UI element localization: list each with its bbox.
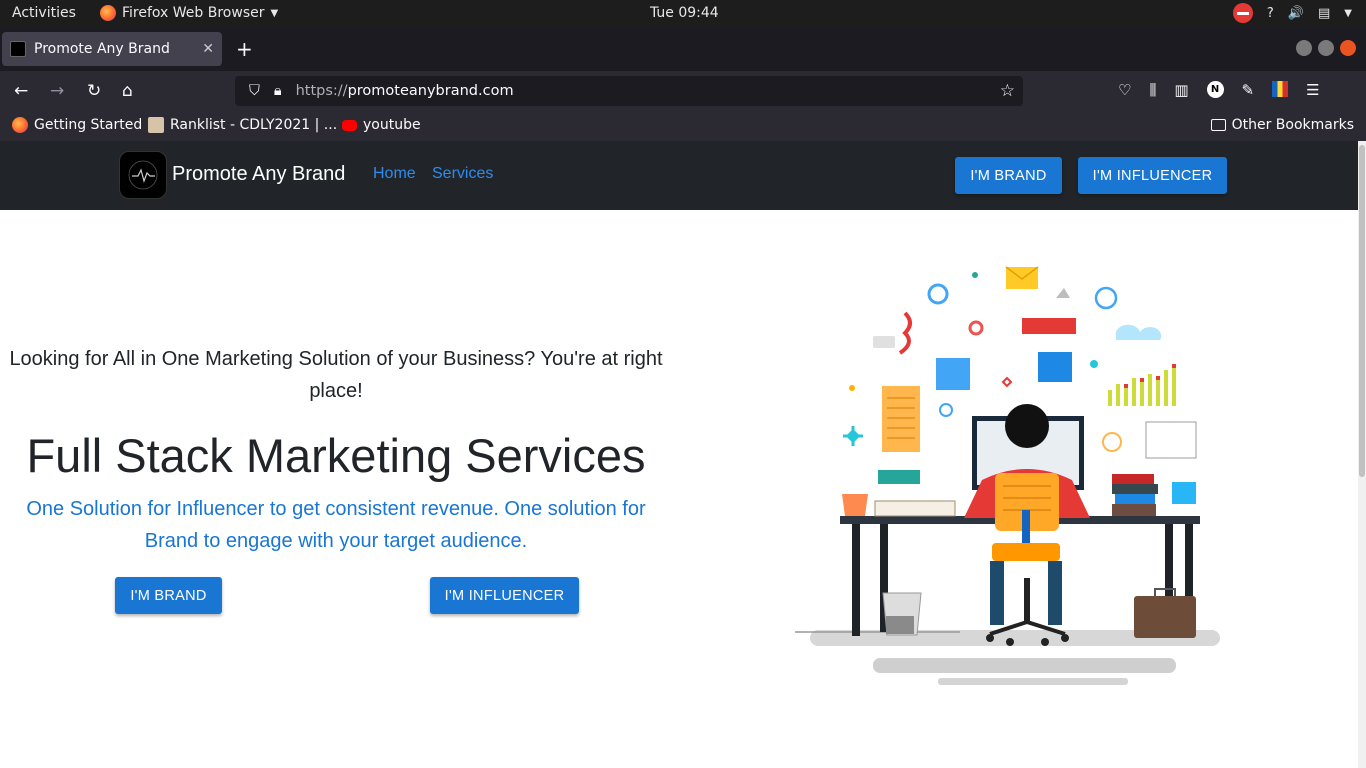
hero-lead-text: Looking for All in One Marketing Solutio… (9, 348, 663, 402)
bookmark-star-icon[interactable]: ☆ (1000, 81, 1015, 101)
extension-flag-icon[interactable] (1272, 81, 1289, 97)
tab-bar: Promote Any Brand ✕ + (0, 27, 1366, 71)
do-not-disturb-icon[interactable] (1232, 3, 1253, 23)
codechef-icon (148, 117, 164, 133)
nav-services[interactable]: Services (432, 165, 493, 183)
other-bookmarks[interactable]: Other Bookmarks (1210, 117, 1354, 133)
clipboard-icon[interactable]: ▤ (1318, 6, 1330, 21)
home-icon[interactable]: ⌂ (122, 81, 133, 101)
color-picker-icon[interactable]: ✎ (1242, 81, 1255, 99)
system-menu-chevron-icon[interactable]: ▼ (1344, 8, 1352, 19)
url-bar[interactable]: ⛉ 🔒︎ https://promoteanybrand.com ☆ (235, 76, 1023, 106)
bookmark-label: youtube (363, 117, 421, 133)
nav-home[interactable]: Home (373, 165, 416, 183)
extension-n-icon[interactable]: N (1206, 81, 1224, 98)
site-header: Promote Any Brand Home Services I'M BRAN… (0, 141, 1358, 210)
system-tray[interactable]: ? 🔊 ▤ ▼ (1232, 3, 1352, 23)
close-tab-icon[interactable]: ✕ (202, 41, 214, 57)
folder-icon (1210, 119, 1226, 131)
shield-icon[interactable]: ⛉ (249, 83, 260, 99)
other-bookmarks-label: Other Bookmarks (1231, 117, 1354, 133)
bookmarks-bar: Getting Started Ranklist - CDLY2021 | ..… (0, 111, 1366, 141)
firefox-icon (100, 5, 116, 21)
header-influencer-button[interactable]: I'M INFLUENCER (1078, 157, 1227, 194)
logo-icon (128, 160, 158, 190)
hero-headline: Full Stack Marketing Services (26, 429, 646, 482)
navigation-toolbar: ← → ↻ ⌂ ⛉ 🔒︎ https://promoteanybrand.com… (0, 71, 1366, 111)
site-favicon (10, 41, 26, 57)
bookmark-ranklist[interactable]: Ranklist - CDLY2021 | ... (148, 117, 337, 133)
tab-title: Promote Any Brand (34, 41, 170, 57)
new-tab-button[interactable]: + (236, 37, 253, 61)
app-menu[interactable]: Firefox Web Browser ▼ (100, 5, 278, 21)
youtube-icon (342, 119, 357, 131)
bookmark-youtube[interactable]: youtube (342, 117, 421, 133)
hero-illustration (795, 266, 1220, 685)
bookmark-getting-started[interactable]: Getting Started (12, 117, 142, 133)
library-icon[interactable]: ⫼ (1149, 81, 1156, 99)
url-text[interactable]: https://promoteanybrand.com (296, 83, 514, 99)
firefox-icon (12, 117, 28, 133)
volume-icon[interactable]: 🔊 (1288, 6, 1304, 21)
maximize-button[interactable] (1318, 40, 1334, 56)
minimize-button[interactable] (1296, 40, 1312, 56)
sidebar-icon[interactable]: ▥ (1174, 81, 1188, 99)
close-window-button[interactable] (1340, 40, 1356, 56)
lock-icon[interactable]: 🔒︎ (274, 83, 282, 99)
chevron-down-icon: ▼ (270, 7, 279, 19)
forward-icon[interactable]: → (50, 81, 64, 101)
hero-brand-button[interactable]: I'M BRAND (115, 577, 222, 614)
hero-influencer-button[interactable]: I'M INFLUENCER (430, 577, 579, 614)
hero-subtext: One Solution for Influencer to get consi… (26, 498, 646, 552)
page-scrollbar[interactable] (1358, 141, 1366, 768)
site-brand-name[interactable]: Promote Any Brand (172, 163, 345, 186)
help-icon[interactable]: ? (1267, 6, 1274, 21)
browser-tab[interactable]: Promote Any Brand ✕ (2, 32, 222, 66)
window-controls (1296, 40, 1356, 56)
back-icon[interactable]: ← (14, 81, 28, 101)
toolbar-icons: ♡ ⫼ ▥ N ✎ ☰ (1118, 81, 1320, 99)
site-logo[interactable] (119, 151, 167, 199)
url-prefix: https:// (295, 83, 348, 99)
header-brand-button[interactable]: I'M BRAND (955, 157, 1062, 194)
bookmark-label: Ranklist - CDLY2021 | ... (170, 117, 338, 133)
clock[interactable]: Tue 09:44 (650, 5, 719, 21)
app-name: Firefox Web Browser (122, 5, 265, 21)
reload-icon[interactable]: ↻ (87, 81, 101, 101)
system-top-bar: Activities Firefox Web Browser ▼ Tue 09:… (0, 0, 1366, 27)
scrollbar-thumb[interactable] (1359, 145, 1365, 477)
bookmark-label: Getting Started (34, 117, 143, 133)
pocket-icon[interactable]: ♡ (1118, 81, 1131, 99)
activities-button[interactable]: Activities (12, 5, 76, 21)
menu-icon[interactable]: ☰ (1306, 81, 1319, 99)
url-domain: promoteanybrand.com (347, 83, 514, 99)
